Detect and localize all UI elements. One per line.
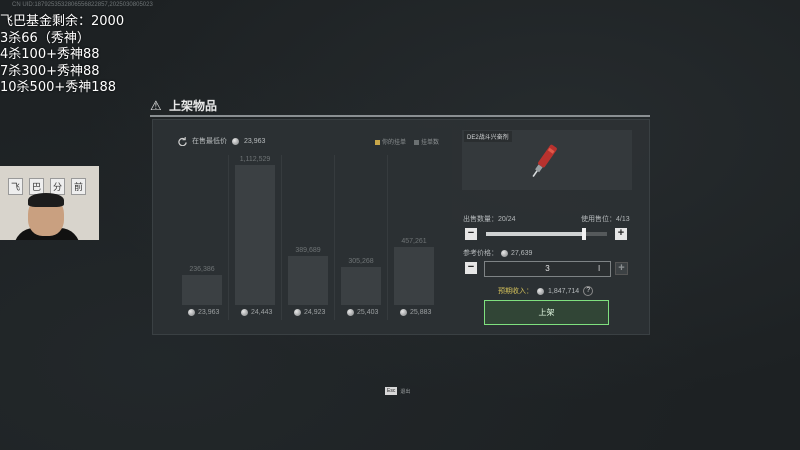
sign-char: 分 bbox=[50, 178, 66, 195]
slider-fill bbox=[486, 232, 583, 236]
coin-icon bbox=[241, 309, 248, 316]
slider-thumb[interactable] bbox=[582, 228, 586, 240]
price-tick-label: 25,883 bbox=[400, 309, 431, 316]
warning-triangle-icon: ⚠ bbox=[150, 97, 162, 113]
esc-hint[interactable]: Esc 退出 bbox=[385, 387, 410, 395]
quantity-slider[interactable] bbox=[486, 232, 607, 236]
reference-price-value: 27,639 bbox=[511, 249, 533, 257]
stream-overlay: 飞巴基金剩余：2000 3杀66（秀神） 4杀100+秀神88 7杀300+秀神… bbox=[0, 14, 124, 97]
lowest-price-label: 在售最低价 bbox=[192, 138, 227, 145]
column-separator bbox=[387, 155, 388, 320]
column-separator bbox=[228, 155, 229, 320]
coin-icon bbox=[501, 249, 508, 257]
bar-value-label: 389,689 bbox=[295, 246, 321, 254]
uid-text: CN UID:1879253532806556822857,2025030805… bbox=[12, 2, 153, 8]
sign-char: 飞 bbox=[8, 178, 24, 195]
reference-price-label: 参考价格： bbox=[463, 250, 498, 257]
price-minus-button[interactable]: − bbox=[465, 262, 477, 274]
chart-bar bbox=[341, 266, 381, 305]
coin-icon bbox=[537, 287, 544, 295]
price-plus-button[interactable]: + bbox=[615, 262, 628, 275]
price-tick-label: 25,403 bbox=[347, 309, 378, 316]
help-icon[interactable]: ? bbox=[583, 286, 594, 296]
stimulant-syringe-icon bbox=[532, 144, 557, 178]
chart-legend: 你的挂单 挂单数 bbox=[375, 137, 439, 146]
legend-item: 你的挂单 bbox=[375, 137, 406, 146]
dialog-header: ⚠ 上架物品 bbox=[150, 97, 217, 114]
item-name: DE2战斗兴奋剂 bbox=[464, 131, 512, 142]
streamer-hair bbox=[28, 193, 64, 207]
overlay-line: 4杀100+秀神88 bbox=[0, 47, 100, 62]
stack-usage-label: 使用售位：4/13 bbox=[581, 216, 630, 223]
bar-value-label: 1,112,529 bbox=[239, 155, 271, 163]
legend-label: 你的挂单 bbox=[382, 140, 407, 146]
price-tick-label: 23,963 bbox=[188, 309, 219, 316]
webcam-feed: 飞 巴 分 前 bbox=[0, 166, 99, 240]
legend-label: 挂单数 bbox=[421, 140, 440, 146]
dialog-title: 上架物品 bbox=[169, 99, 218, 113]
overlay-line: 10杀500+秀神188 bbox=[0, 80, 117, 95]
overlay-line: 飞巴基金剩余：2000 bbox=[0, 14, 125, 29]
price-input[interactable]: 3 bbox=[484, 261, 611, 277]
price-tick-label: 24,443 bbox=[241, 309, 272, 316]
coin-icon bbox=[188, 309, 195, 316]
legend-item: 挂单数 bbox=[414, 137, 439, 146]
text-cursor-icon: I bbox=[598, 264, 601, 273]
coin-icon bbox=[232, 137, 239, 145]
reference-price: 参考价格： 27,639 bbox=[463, 248, 532, 258]
expected-income-label: 预期收入： bbox=[498, 288, 533, 295]
quantity-minus-button[interactable]: − bbox=[465, 228, 477, 240]
lowest-price-value: 23,963 bbox=[244, 137, 266, 145]
coin-icon bbox=[294, 309, 301, 316]
bar-value-label: 457,261 bbox=[401, 238, 427, 246]
expected-income: 预期收入： 1,847,714 ? bbox=[498, 286, 594, 296]
bar-value-label: 305,268 bbox=[348, 257, 374, 265]
chart-bar bbox=[394, 247, 434, 305]
list-item-button[interactable]: 上架 bbox=[484, 300, 609, 325]
chart-bar bbox=[182, 275, 222, 305]
header-divider bbox=[150, 115, 650, 117]
bar-value-label: 236,386 bbox=[189, 266, 215, 274]
sell-quantity-label: 出售数量：20/24 bbox=[463, 216, 516, 223]
chart-bar bbox=[235, 164, 275, 305]
coin-icon bbox=[347, 309, 354, 316]
price-tick-label: 24,923 bbox=[294, 309, 325, 316]
column-separator bbox=[281, 155, 282, 320]
overlay-line: 7杀300+秀神88 bbox=[0, 63, 100, 79]
chart-bar bbox=[288, 255, 328, 305]
refresh-icon[interactable] bbox=[178, 136, 187, 146]
column-separator bbox=[334, 155, 335, 320]
esc-label: 退出 bbox=[400, 388, 411, 395]
sign-char: 前 bbox=[71, 178, 87, 195]
expected-income-value: 1,847,714 bbox=[548, 287, 580, 295]
chart-header: 在售最低价 23,963 bbox=[178, 136, 265, 146]
esc-key: Esc bbox=[385, 387, 398, 395]
coin-icon bbox=[400, 309, 407, 316]
overlay-line: 3杀66（秀神） bbox=[0, 30, 90, 46]
quantity-plus-button[interactable]: + bbox=[615, 228, 627, 240]
